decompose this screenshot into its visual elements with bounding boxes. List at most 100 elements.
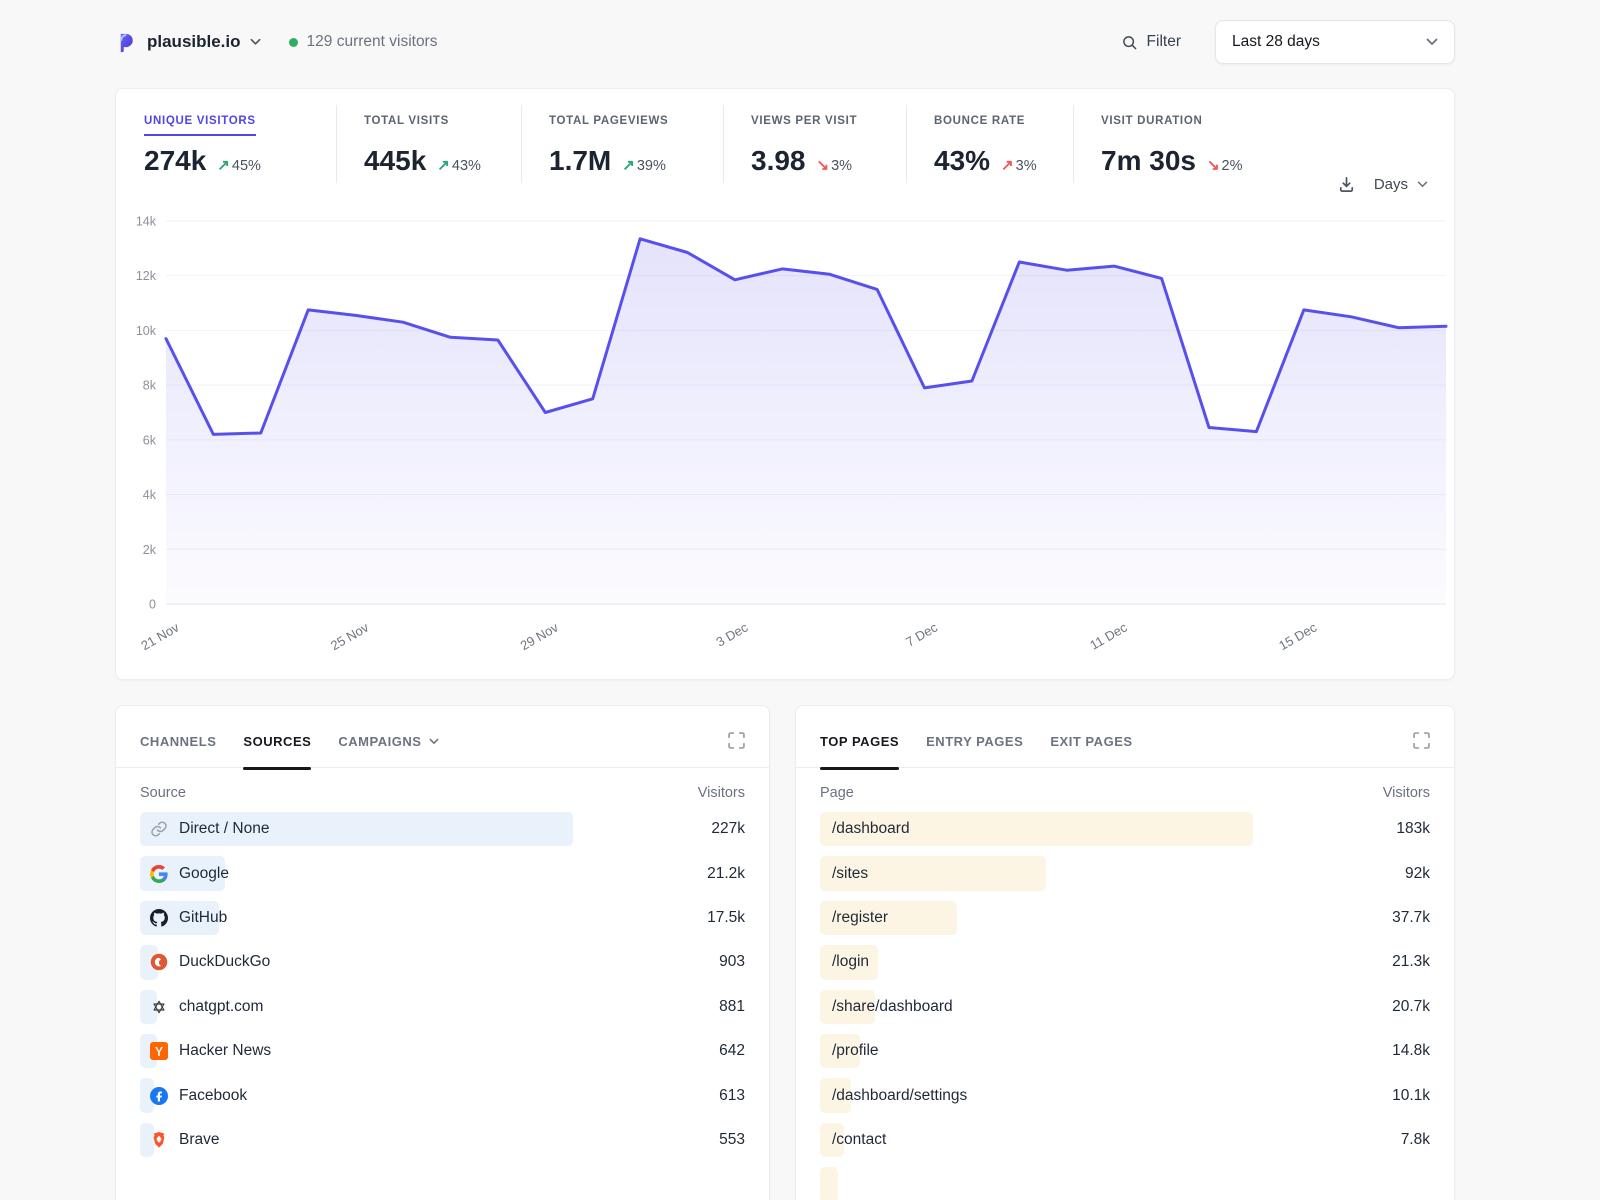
source-row-direct-none[interactable]: Direct / None227k bbox=[140, 807, 745, 851]
visitors-col-label: Visitors bbox=[698, 785, 745, 801]
date-range-value: Last 28 days bbox=[1232, 33, 1320, 51]
stat-number: 274k bbox=[144, 145, 206, 177]
date-range-picker[interactable]: Last 28 days bbox=[1215, 20, 1455, 64]
source-col-label: Source bbox=[140, 785, 186, 801]
row-content: /profile bbox=[820, 1042, 1392, 1060]
chevron-down-icon bbox=[1426, 38, 1438, 46]
stat-value: 3.98↘3% bbox=[751, 145, 888, 177]
row-content: chatgpt.com bbox=[140, 998, 719, 1016]
page-row-profile[interactable]: /profile14.8k bbox=[820, 1029, 1430, 1073]
row-visitors: 92k bbox=[1405, 865, 1430, 883]
page-row-share-dashboard[interactable]: /share/dashboard20.7k bbox=[820, 985, 1430, 1029]
stats-row: UNIQUE VISITORS274k↗45%TOTAL VISITS445k↗… bbox=[144, 105, 1261, 183]
stat-number: 445k bbox=[364, 145, 426, 177]
source-row-brave[interactable]: Brave553 bbox=[140, 1118, 745, 1162]
sources-tabs: CHANNELS SOURCES CAMPAIGNS bbox=[116, 706, 769, 768]
pages-tab-top-pages[interactable]: TOP PAGES bbox=[820, 734, 899, 749]
site-switcher[interactable]: plausible.io bbox=[115, 31, 261, 54]
chart-area-fill bbox=[166, 239, 1446, 604]
row-visitors: 21.3k bbox=[1392, 953, 1430, 971]
x-axis-tick: 29 Nov bbox=[518, 619, 562, 653]
stat-total-visits[interactable]: TOTAL VISITS445k↗43% bbox=[336, 105, 521, 183]
row-visitors: 20.7k bbox=[1392, 998, 1430, 1016]
page-col-label: Page bbox=[820, 785, 854, 801]
plausible-logo-icon bbox=[115, 31, 138, 54]
stat-unique-visitors[interactable]: UNIQUE VISITORS274k↗45% bbox=[144, 105, 336, 183]
sources-tab-campaigns[interactable]: CAMPAIGNS bbox=[338, 734, 438, 749]
stat-visit-duration[interactable]: VISIT DURATION7m 30s↘2% bbox=[1073, 105, 1261, 183]
hackernews-icon bbox=[150, 1042, 168, 1060]
x-axis-tick: 15 Dec bbox=[1276, 619, 1320, 653]
chevron-down-icon bbox=[429, 738, 439, 745]
stat-value: 274k↗45% bbox=[144, 145, 318, 177]
duckduckgo-icon bbox=[150, 953, 168, 971]
y-axis-tick: 4k bbox=[143, 488, 157, 502]
row-content: /contact bbox=[820, 1131, 1401, 1149]
source-row-facebook[interactable]: Facebook613 bbox=[140, 1073, 745, 1117]
row-content: /share/dashboard bbox=[820, 998, 1392, 1016]
row-label: Google bbox=[179, 865, 229, 883]
interval-dropdown[interactable]: Days bbox=[1374, 176, 1428, 193]
row-label: GitHub bbox=[179, 909, 227, 927]
x-axis-tick: 3 Dec bbox=[713, 619, 750, 649]
y-axis-tick: 14k bbox=[136, 215, 157, 229]
site-name: plausible.io bbox=[147, 32, 241, 52]
expand-icon[interactable] bbox=[728, 732, 745, 749]
pages-column-headers: Page Visitors bbox=[796, 768, 1454, 807]
pages-tab-entry-pages[interactable]: ENTRY PAGES bbox=[926, 734, 1023, 749]
tab-label: CHANNELS bbox=[140, 734, 216, 749]
y-axis-tick: 12k bbox=[136, 269, 157, 283]
sources-tab-channels[interactable]: CHANNELS bbox=[140, 734, 216, 749]
search-icon bbox=[1121, 34, 1138, 51]
pages-tab-exit-pages[interactable]: EXIT PAGES bbox=[1050, 734, 1132, 749]
source-row-github[interactable]: GitHub17.5k bbox=[140, 896, 745, 940]
row-label: Hacker News bbox=[179, 1042, 271, 1060]
stat-change-pct: 3% bbox=[831, 158, 852, 174]
page-row-dashboard[interactable]: /dashboard183k bbox=[820, 807, 1430, 851]
expand-icon[interactable] bbox=[1413, 732, 1430, 749]
x-axis-tick: 7 Dec bbox=[903, 619, 940, 649]
page-row-partial[interactable] bbox=[820, 1162, 1430, 1200]
row-visitors: 227k bbox=[711, 820, 745, 838]
source-row-chatgpt-com[interactable]: chatgpt.com881 bbox=[140, 985, 745, 1029]
github-icon bbox=[150, 909, 168, 927]
page-row-dashboard-settings[interactable]: /dashboard/settings10.1k bbox=[820, 1073, 1430, 1117]
tab-label: EXIT PAGES bbox=[1050, 734, 1132, 749]
stat-bounce-rate[interactable]: BOUNCE RATE43%↗3% bbox=[906, 105, 1073, 183]
stat-views-per-visit[interactable]: VIEWS PER VISIT 3.98↘3% bbox=[723, 105, 906, 183]
source-row-duckduckgo[interactable]: DuckDuckGo903 bbox=[140, 940, 745, 984]
stat-total-pageviews[interactable]: TOTAL PAGEVIEWS1.7M↗39% bbox=[521, 105, 723, 183]
x-axis-tick: 25 Nov bbox=[328, 619, 372, 653]
current-visitors-label: 129 current visitors bbox=[307, 33, 438, 51]
sources-tab-sources[interactable]: SOURCES bbox=[243, 734, 311, 749]
row-content: Facebook bbox=[140, 1087, 719, 1105]
arrow-up-icon: ↗ bbox=[1001, 157, 1014, 174]
stat-change-pct: 39% bbox=[637, 158, 666, 174]
y-axis-tick: 8k bbox=[143, 379, 157, 393]
page-row-register[interactable]: /register37.7k bbox=[820, 896, 1430, 940]
stat-label: VIEWS PER VISIT bbox=[751, 115, 857, 136]
page-row-login[interactable]: /login21.3k bbox=[820, 940, 1430, 984]
arrow-down-icon: ↘ bbox=[817, 157, 830, 174]
chart-controls: Days bbox=[1337, 175, 1428, 194]
stat-change-pct: 43% bbox=[452, 158, 481, 174]
filter-button[interactable]: Filter bbox=[1121, 33, 1181, 51]
source-row-google[interactable]: Google21.2k bbox=[140, 851, 745, 895]
page-row-sites[interactable]: /sites92k bbox=[820, 851, 1430, 895]
download-icon[interactable] bbox=[1337, 175, 1356, 194]
source-row-hacker-news[interactable]: Hacker News642 bbox=[140, 1029, 745, 1073]
arrow-down-icon: ↘ bbox=[1207, 157, 1220, 174]
row-label: DuckDuckGo bbox=[179, 953, 270, 971]
value-bar bbox=[820, 1167, 838, 1200]
row-label: /dashboard/settings bbox=[832, 1087, 967, 1105]
row-content: /login bbox=[820, 953, 1392, 971]
row-visitors: 14.8k bbox=[1392, 1042, 1430, 1060]
tab-label: CAMPAIGNS bbox=[338, 734, 421, 749]
pages-panel: TOP PAGES ENTRY PAGES EXIT PAGES Page Visi… bbox=[795, 705, 1455, 1200]
row-label: /dashboard bbox=[832, 820, 910, 838]
x-axis-tick: 21 Nov bbox=[138, 619, 182, 653]
row-label: /contact bbox=[832, 1131, 886, 1149]
current-visitors[interactable]: 129 current visitors bbox=[289, 33, 438, 51]
page-row-contact[interactable]: /contact7.8k bbox=[820, 1118, 1430, 1162]
stat-change: ↗39% bbox=[622, 156, 666, 174]
